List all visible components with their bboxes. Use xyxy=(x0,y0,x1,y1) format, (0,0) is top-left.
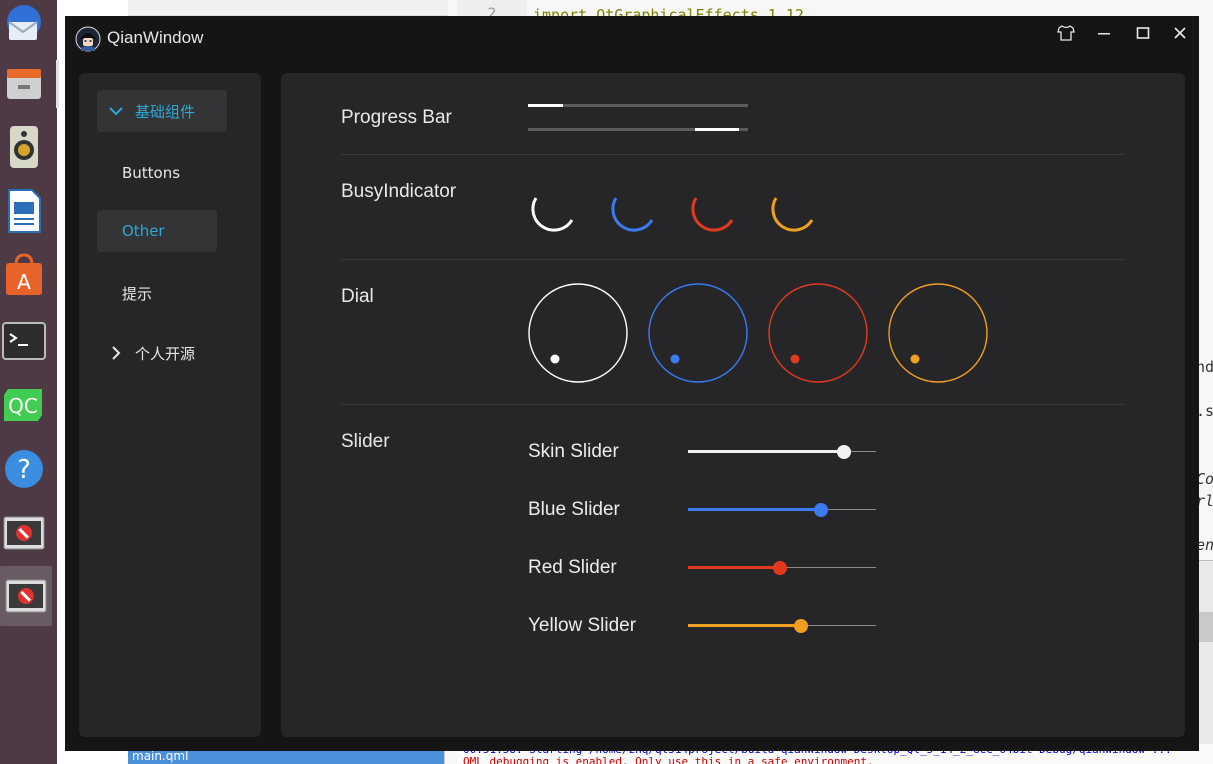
dial[interactable] xyxy=(767,282,869,384)
sidebar-item-buttons[interactable]: Buttons xyxy=(97,152,217,194)
dial[interactable] xyxy=(887,282,989,384)
section-title-progress-bar: Progress Bar xyxy=(341,107,452,128)
slider-fill xyxy=(688,450,845,453)
progress-fill xyxy=(528,104,564,107)
rhythmbox-icon[interactable] xyxy=(2,122,46,172)
slider-fill xyxy=(688,566,781,569)
maximize-button[interactable] xyxy=(1128,20,1158,46)
progress-bar xyxy=(528,104,748,107)
window-title: QianWindow xyxy=(107,28,204,47)
chevron-right-icon xyxy=(97,345,135,361)
svg-text:A: A xyxy=(17,270,31,294)
progress-bar-indeterminate xyxy=(528,128,748,131)
slider-fill xyxy=(688,624,801,627)
slider-handle[interactable] xyxy=(773,561,788,575)
file-manager-icon[interactable] xyxy=(2,58,46,108)
progress-fill xyxy=(695,128,740,131)
qian-window: QianWindow 基础组件 Buttons Other 提示 个人开源 Pr… xyxy=(65,16,1199,751)
slider[interactable] xyxy=(688,502,876,518)
slider-handle[interactable] xyxy=(793,619,808,633)
writer-icon[interactable] xyxy=(2,186,46,236)
close-button[interactable] xyxy=(1165,20,1195,46)
slider-label: Skin Slider xyxy=(528,441,619,462)
divider xyxy=(341,259,1124,260)
terminal-icon[interactable] xyxy=(2,316,46,366)
blocked-app-icon[interactable] xyxy=(0,566,52,626)
sidebar-group-basic-components[interactable]: 基础组件 xyxy=(97,90,227,132)
shirt-icon xyxy=(1057,25,1075,41)
busy-indicator xyxy=(608,190,656,238)
divider xyxy=(341,154,1124,155)
qtcreator-icon[interactable]: QC xyxy=(2,380,46,430)
sidebar-group-label: 个人开源 xyxy=(135,344,196,363)
chevron-down-icon xyxy=(97,106,135,116)
sidebar-item-label: Buttons xyxy=(122,164,181,182)
blocked-app-icon[interactable] xyxy=(2,508,46,558)
svg-text:?: ? xyxy=(17,455,31,485)
section-title-slider: Slider xyxy=(341,431,390,452)
slider-label: Blue Slider xyxy=(528,499,620,520)
app-logo-icon xyxy=(75,26,101,52)
skin-button[interactable] xyxy=(1051,20,1081,46)
slider[interactable] xyxy=(688,444,876,460)
minimize-button[interactable] xyxy=(1089,20,1119,46)
console-line: QML debugging is enabled. Only use this … xyxy=(463,755,874,764)
svg-text:QC: QC xyxy=(8,394,38,418)
background-tree-selected-item: main.qml xyxy=(128,750,444,764)
sidebar-item-tips[interactable]: 提示 xyxy=(97,272,217,314)
section-title-busy-indicator: BusyIndicator xyxy=(341,181,457,202)
slider[interactable] xyxy=(688,618,876,634)
divider xyxy=(341,404,1124,405)
software-center-icon[interactable]: A xyxy=(2,250,46,300)
sidebar-item-other[interactable]: Other xyxy=(97,210,217,252)
content-panel: Progress Bar BusyIndicator Dial Slider S… xyxy=(281,73,1185,737)
dial[interactable] xyxy=(527,282,629,384)
dock-active-indicator xyxy=(56,60,59,108)
busy-indicator xyxy=(688,190,736,238)
dial[interactable] xyxy=(647,282,749,384)
slider[interactable] xyxy=(688,560,876,576)
sidebar-group-label: 基础组件 xyxy=(135,102,196,121)
slider-label: Red Slider xyxy=(528,557,617,578)
slider-handle[interactable] xyxy=(837,445,852,459)
close-icon xyxy=(1174,27,1186,39)
slider-handle[interactable] xyxy=(814,503,829,517)
help-icon[interactable]: ? xyxy=(2,444,46,494)
title-bar[interactable]: QianWindow xyxy=(65,16,1199,62)
sidebar-item-label: Other xyxy=(122,222,165,240)
sidebar-group-personal-open-source[interactable]: 个人开源 xyxy=(97,332,217,374)
background-tree-folder xyxy=(128,0,448,16)
sidebar: 基础组件 Buttons Other 提示 个人开源 xyxy=(79,73,261,737)
launcher-dock: A QC ? xyxy=(0,0,59,764)
minimize-icon xyxy=(1098,33,1110,35)
maximize-icon xyxy=(1136,27,1150,39)
thunderbird-icon[interactable] xyxy=(2,0,46,50)
slider-label: Yellow Slider xyxy=(528,615,637,636)
slider-fill xyxy=(688,508,822,511)
busy-indicator xyxy=(768,190,816,238)
busy-indicator xyxy=(528,190,576,238)
sidebar-item-label: 提示 xyxy=(122,284,153,303)
section-title-dial: Dial xyxy=(341,286,374,307)
